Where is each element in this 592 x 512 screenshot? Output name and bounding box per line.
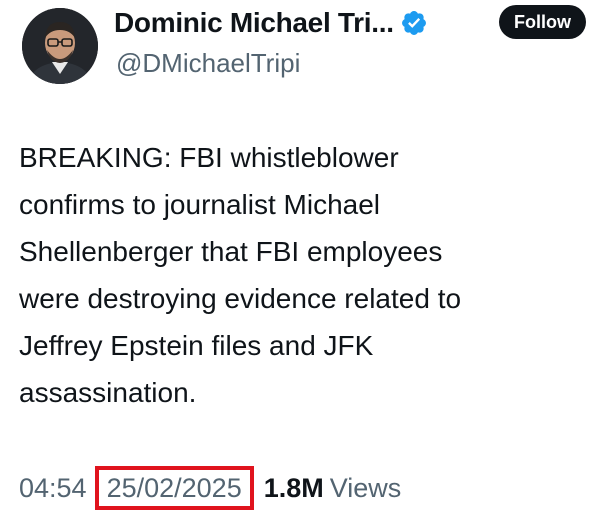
tweet-text-line: assassination. <box>19 377 197 408</box>
avatar[interactable] <box>22 8 98 84</box>
author-name-row: Dominic Michael Tri... <box>114 6 428 40</box>
views-count: 1.8M <box>263 472 324 503</box>
follow-button[interactable]: Follow <box>499 5 586 39</box>
tweet-text-line: Shellenberger that FBI employees <box>19 236 443 267</box>
highlighted-date: 25/02/2025 <box>94 466 254 510</box>
tweet-card: Dominic Michael Tri... @DMichaelTripi Fo… <box>0 0 592 512</box>
tweet-text-line: were destroying evidence related to <box>19 283 462 314</box>
tweet-text-line: Jeffrey Epstein files and JFK <box>19 330 374 361</box>
tweet-time[interactable]: 04:54 <box>19 473 87 504</box>
tweet-meta: 04:54 25/02/2025 1.8M Views <box>19 466 402 510</box>
tweet-date[interactable]: 25/02/2025 <box>107 473 242 504</box>
tweet-text: BREAKING: FBI whistleblower confirms to … <box>19 134 584 416</box>
tweet-text-line: confirms to journalist Michael <box>19 189 381 220</box>
author-handle[interactable]: @DMichaelTripi <box>116 48 300 79</box>
tweet-text-line: BREAKING: FBI whistleblower <box>19 142 399 173</box>
views-label: Views <box>329 472 402 503</box>
verified-badge-icon <box>400 9 428 37</box>
avatar-photo <box>22 8 98 84</box>
author-display-name[interactable]: Dominic Michael Tri... <box>114 7 394 39</box>
